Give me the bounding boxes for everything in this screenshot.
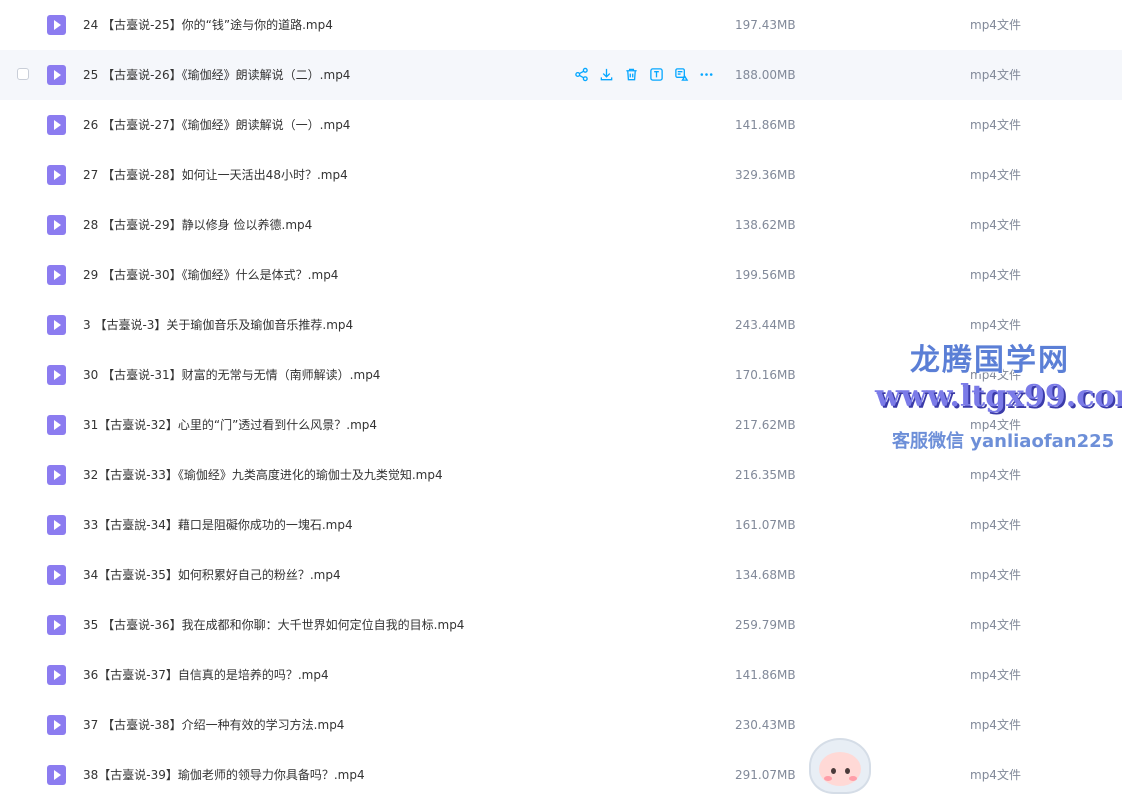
video-file-icon xyxy=(47,565,66,585)
file-row[interactable]: 26 【古臺说-27】《瑜伽经》朗读解说（一）.mp4 141.86MB mp4文件 xyxy=(0,100,1122,150)
file-name[interactable]: 34【古臺说-35】如何积累好自己的粉丝？.mp4 xyxy=(83,550,341,600)
file-name[interactable]: 32【古臺说-33】《瑜伽经》九类高度进化的瑜伽士及九类觉知.mp4 xyxy=(83,450,443,500)
file-row[interactable]: 27 【古臺说-28】如何让一天活出48小时？.mp4 329.36MB mp4文件 xyxy=(0,150,1122,200)
file-type: mp4文件 xyxy=(970,518,1021,532)
text-icon[interactable] xyxy=(649,67,664,82)
video-file-icon xyxy=(47,715,66,735)
video-file-icon xyxy=(47,615,66,635)
file-type: mp4文件 xyxy=(970,718,1021,732)
file-size: 138.62MB xyxy=(735,218,796,232)
file-size: 329.36MB xyxy=(735,168,796,182)
file-row[interactable]: 25 【古臺说-26】《瑜伽经》朗读解说（二）.mp4 188.00MB mp4文件 xyxy=(0,50,1122,100)
file-type: mp4文件 xyxy=(970,168,1021,182)
file-size: 291.07MB xyxy=(735,768,796,782)
file-row[interactable]: 3 【古臺说-3】关于瑜伽音乐及瑜伽音乐推荐.mp4 243.44MB mp4文件 xyxy=(0,300,1122,350)
video-file-icon xyxy=(47,215,66,235)
file-size: 217.62MB xyxy=(735,418,796,432)
video-file-icon xyxy=(47,265,66,285)
video-file-icon xyxy=(47,665,66,685)
file-size: 259.79MB xyxy=(735,618,796,632)
row-actions xyxy=(574,67,714,83)
download-icon[interactable] xyxy=(599,67,614,82)
file-type: mp4文件 xyxy=(970,318,1021,332)
video-file-icon xyxy=(47,415,66,435)
file-size: 216.35MB xyxy=(735,468,796,482)
video-file-icon xyxy=(47,165,66,185)
video-file-icon xyxy=(47,365,66,385)
video-file-icon xyxy=(47,515,66,535)
file-size: 170.16MB xyxy=(735,368,796,382)
more-icon[interactable] xyxy=(699,67,714,82)
file-name[interactable]: 35 【古臺说-36】我在成都和你聊：大千世界如何定位自我的目标.mp4 xyxy=(83,600,464,650)
file-type: mp4文件 xyxy=(970,68,1021,82)
video-file-icon xyxy=(47,465,66,485)
file-name[interactable]: 36【古臺说-37】自信真的是培养的吗？.mp4 xyxy=(83,650,329,700)
file-size: 230.43MB xyxy=(735,718,796,732)
file-name[interactable]: 26 【古臺说-27】《瑜伽经》朗读解说（一）.mp4 xyxy=(83,100,350,150)
file-type: mp4文件 xyxy=(970,768,1021,782)
file-name[interactable]: 38【古臺说-39】瑜伽老师的领导力你具备吗？.mp4 xyxy=(83,750,365,800)
row-checkbox[interactable] xyxy=(17,68,29,80)
file-row[interactable]: 31【古臺说-32】心里的“门”透过看到什么风景？.mp4 217.62MB mp4… xyxy=(0,400,1122,450)
file-name[interactable]: 37 【古臺说-38】介绍一种有效的学习方法.mp4 xyxy=(83,700,344,750)
assistant-mascot-icon[interactable] xyxy=(807,736,873,794)
file-row[interactable]: 28 【古臺说-29】静以修身 俭以养德.mp4 138.62MB mp4文件 xyxy=(0,200,1122,250)
file-size: 197.43MB xyxy=(735,18,796,32)
file-row[interactable]: 30 【古臺说-31】财富的无常与无情（南师解读）.mp4 170.16MB mp4… xyxy=(0,350,1122,400)
file-row[interactable]: 34【古臺说-35】如何积累好自己的粉丝？.mp4 134.68MB mp4文件 xyxy=(0,550,1122,600)
file-row[interactable]: 35 【古臺说-36】我在成都和你聊：大千世界如何定位自我的目标.mp4 259.… xyxy=(0,600,1122,650)
video-file-icon xyxy=(47,65,66,85)
file-type: mp4文件 xyxy=(970,618,1021,632)
file-name[interactable]: 29 【古臺说-30】《瑜伽经》什么是体式？.mp4 xyxy=(83,250,338,300)
file-size: 188.00MB xyxy=(735,68,796,82)
file-row[interactable]: 33【古臺說-34】藉口是阻礙你成功的一塊石.mp4 161.07MB mp4文件 xyxy=(0,500,1122,550)
file-size: 243.44MB xyxy=(735,318,796,332)
file-row[interactable]: 37 【古臺说-38】介绍一种有效的学习方法.mp4 230.43MB mp4文件 xyxy=(0,700,1122,750)
file-size: 199.56MB xyxy=(735,268,796,282)
file-row[interactable]: 24 【古臺说-25】你的“钱”途与你的道路.mp4 197.43MB mp4文件 xyxy=(0,0,1122,50)
file-row[interactable]: 29 【古臺说-30】《瑜伽经》什么是体式？.mp4 199.56MB mp4文件 xyxy=(0,250,1122,300)
file-name[interactable]: 28 【古臺说-29】静以修身 俭以养德.mp4 xyxy=(83,200,312,250)
file-row[interactable]: 36【古臺说-37】自信真的是培养的吗？.mp4 141.86MB mp4文件 xyxy=(0,650,1122,700)
file-type: mp4文件 xyxy=(970,468,1021,482)
file-type: mp4文件 xyxy=(970,118,1021,132)
video-file-icon xyxy=(47,15,66,35)
file-name[interactable]: 30 【古臺说-31】财富的无常与无情（南师解读）.mp4 xyxy=(83,350,380,400)
share-icon[interactable] xyxy=(574,67,589,82)
file-type: mp4文件 xyxy=(970,18,1021,32)
file-name[interactable]: 27 【古臺说-28】如何让一天活出48小时？.mp4 xyxy=(83,150,348,200)
file-list: 24 【古臺说-25】你的“钱”途与你的道路.mp4 197.43MB mp4文件 2… xyxy=(0,0,1122,800)
file-type: mp4文件 xyxy=(970,418,1021,432)
file-type: mp4文件 xyxy=(970,368,1021,382)
file-type: mp4文件 xyxy=(970,668,1021,682)
file-type: mp4文件 xyxy=(970,268,1021,282)
file-size: 141.86MB xyxy=(735,118,796,132)
file-size: 141.86MB xyxy=(735,668,796,682)
video-file-icon xyxy=(47,765,66,785)
file-name[interactable]: 31【古臺说-32】心里的“门”透过看到什么风景？.mp4 xyxy=(83,400,377,450)
image-text-icon[interactable] xyxy=(674,67,689,82)
delete-icon[interactable] xyxy=(624,67,639,82)
file-name[interactable]: 24 【古臺说-25】你的“钱”途与你的道路.mp4 xyxy=(83,0,333,50)
file-size: 134.68MB xyxy=(735,568,796,582)
file-type: mp4文件 xyxy=(970,218,1021,232)
file-size: 161.07MB xyxy=(735,518,796,532)
file-name[interactable]: 33【古臺說-34】藉口是阻礙你成功的一塊石.mp4 xyxy=(83,500,353,550)
file-type: mp4文件 xyxy=(970,568,1021,582)
file-name[interactable]: 3 【古臺说-3】关于瑜伽音乐及瑜伽音乐推荐.mp4 xyxy=(83,300,353,350)
file-row[interactable]: 32【古臺说-33】《瑜伽经》九类高度进化的瑜伽士及九类觉知.mp4 216.35… xyxy=(0,450,1122,500)
file-row[interactable]: 38【古臺说-39】瑜伽老师的领导力你具备吗？.mp4 291.07MB mp4文件 xyxy=(0,750,1122,800)
video-file-icon xyxy=(47,315,66,335)
file-name[interactable]: 25 【古臺说-26】《瑜伽经》朗读解说（二）.mp4 xyxy=(83,50,350,100)
video-file-icon xyxy=(47,115,66,135)
